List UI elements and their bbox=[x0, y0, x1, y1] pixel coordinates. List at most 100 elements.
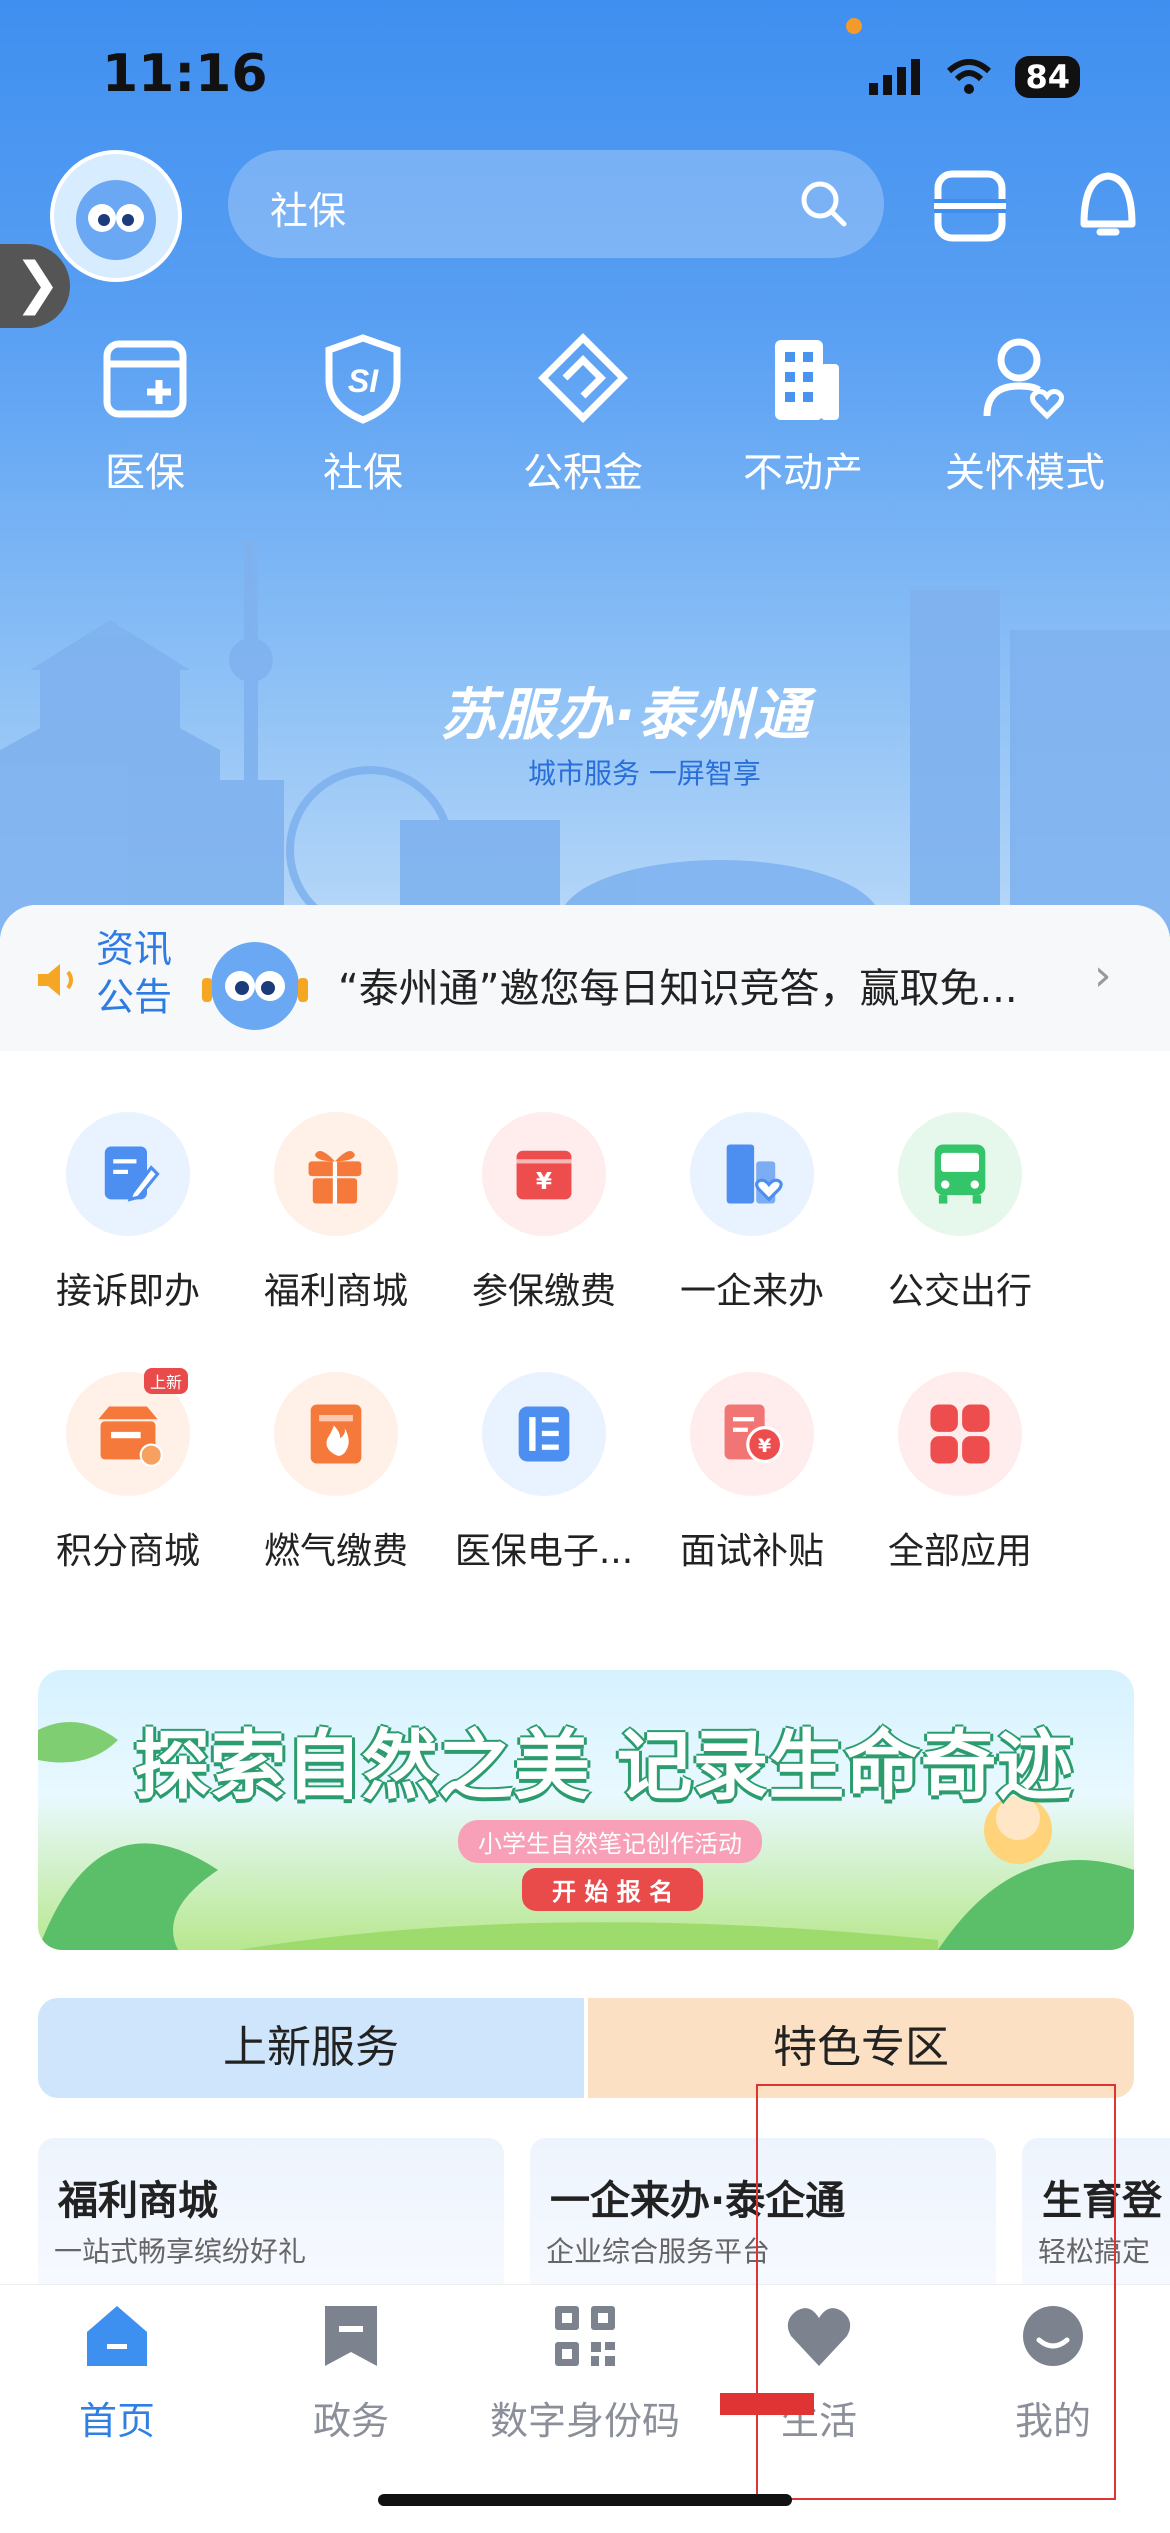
app-label: 一企来办 bbox=[679, 1271, 824, 1312]
cellular-signal-icon bbox=[869, 59, 921, 95]
tab-featured-zone[interactable]: 特色专区 bbox=[588, 1998, 1134, 2098]
svg-text:¥: ¥ bbox=[536, 1168, 552, 1195]
app-label: 接诉即办 bbox=[55, 1271, 200, 1312]
scan-icon[interactable] bbox=[930, 166, 1010, 246]
building-icon bbox=[775, 340, 839, 420]
speaker-icon bbox=[38, 964, 73, 996]
side-drawer-toggle[interactable]: ❯ bbox=[0, 244, 70, 328]
app-icon-wrap bbox=[274, 1372, 398, 1496]
tab-label: 首页 bbox=[78, 2399, 155, 2443]
quick-service-label: 公积金 bbox=[523, 450, 643, 496]
app-icon-wrap: ¥ bbox=[690, 1372, 814, 1496]
home-icon bbox=[87, 2306, 147, 2366]
quick-service-label: 关怀模式 bbox=[945, 450, 1105, 496]
app-item[interactable]: ¥ 面试补贴 bbox=[652, 1372, 852, 1574]
notice-text[interactable]: “泰州通”邀您每日知识竞答，赢取免... bbox=[338, 956, 1018, 1014]
app-icon-wrap bbox=[482, 1372, 606, 1496]
search-bar[interactable]: 社保 bbox=[228, 150, 884, 258]
bookmark-icon bbox=[325, 2306, 377, 2366]
app-label: 面试补贴 bbox=[679, 1531, 824, 1572]
gift-icon bbox=[308, 1150, 362, 1204]
tab-government[interactable]: 政务 bbox=[234, 2300, 468, 2445]
new-badge: 上新 bbox=[143, 1368, 188, 1394]
service-card[interactable]: 福利商城 一站式畅享缤纷好礼 bbox=[38, 2138, 504, 2298]
brand-title: 苏服办·泰州通 bbox=[440, 683, 812, 748]
recording-indicator bbox=[846, 18, 862, 34]
quick-service-housing-fund[interactable]: 公积金 bbox=[483, 330, 683, 498]
card-title: 福利商城 bbox=[58, 2178, 218, 2224]
assistant-avatar[interactable] bbox=[50, 150, 182, 282]
svg-text:SI: SI bbox=[348, 363, 379, 399]
card-subtitle: 一站式畅享缤纷好礼 bbox=[54, 2235, 307, 2268]
wifi-icon bbox=[947, 59, 992, 94]
app-icon-wrap bbox=[690, 1112, 814, 1236]
tab-digital-id[interactable]: 数字身份码 bbox=[468, 2300, 702, 2445]
app-label: 燃气缴费 bbox=[263, 1531, 408, 1572]
app-icon-wrap bbox=[66, 1112, 190, 1236]
banner-subtitle: 小学生自然笔记创作活动 bbox=[458, 1820, 762, 1863]
status-time: 11:16 bbox=[102, 44, 268, 104]
robot-mascot-icon bbox=[202, 942, 308, 1030]
tab-home[interactable]: 首页 bbox=[0, 2300, 234, 2445]
quick-service-label: 社保 bbox=[323, 450, 403, 496]
social-security-shield-icon: SI bbox=[325, 334, 401, 424]
app-label: 医保电子... bbox=[454, 1531, 634, 1572]
app-icon-wrap bbox=[274, 1112, 398, 1236]
tab-label: 数字身份码 bbox=[489, 2399, 680, 2443]
search-input[interactable]: 社保 bbox=[270, 180, 346, 235]
status-icons: 84 bbox=[869, 56, 1080, 98]
app-label: 福利商城 bbox=[263, 1271, 408, 1312]
app-label: 公交出行 bbox=[887, 1271, 1032, 1312]
promo-banner[interactable]: 探索自然之美 记录生命奇迹 小学生自然笔记创作活动 开 始 报 名 bbox=[38, 1670, 1134, 1950]
complaint-edit-icon bbox=[104, 1146, 160, 1202]
card-subtitle: 企业综合服务平台 bbox=[546, 2235, 771, 2268]
app-item[interactable]: 全部应用 bbox=[860, 1372, 1060, 1574]
tab-label: 政务 bbox=[312, 2399, 389, 2443]
yuan-wallet-icon: ¥ bbox=[516, 1150, 572, 1200]
app-label: 积分商城 bbox=[55, 1531, 200, 1572]
bus-icon bbox=[934, 1144, 986, 1204]
search-icon[interactable] bbox=[798, 178, 850, 230]
app-icon-wrap: 上新 bbox=[66, 1368, 190, 1496]
chevron-right-icon[interactable]: › bbox=[1094, 950, 1112, 1001]
quick-service-label: 不动产 bbox=[743, 450, 863, 496]
app-item[interactable]: 一企来办 bbox=[652, 1112, 852, 1314]
subsidy-doc-icon: ¥ bbox=[724, 1404, 784, 1464]
app-label: 参保缴费 bbox=[471, 1271, 616, 1312]
brand-subtitle: 城市服务 一屏智享 bbox=[528, 757, 761, 790]
quick-service-real-estate[interactable]: 不动产 bbox=[703, 330, 903, 498]
app-item[interactable]: 上新积分商城 bbox=[28, 1368, 228, 1574]
svg-text:¥: ¥ bbox=[758, 1435, 771, 1457]
gas-flame-icon bbox=[310, 1404, 362, 1464]
banner-title: 探索自然之美 记录生命奇迹 bbox=[134, 1721, 1073, 1810]
housing-fund-icon bbox=[538, 333, 628, 423]
home-indicator[interactable] bbox=[378, 2494, 792, 2506]
quick-service-label: 医保 bbox=[105, 450, 185, 496]
quick-service-social-security[interactable]: SI 社保 bbox=[263, 330, 463, 498]
quick-service-medical[interactable]: 医保 bbox=[45, 330, 245, 498]
app-icon-wrap bbox=[898, 1372, 1022, 1496]
notice-label: 资讯 公告 bbox=[96, 927, 173, 1019]
app-icon-wrap bbox=[898, 1112, 1022, 1236]
e-medical-card-icon bbox=[518, 1406, 570, 1462]
app-item[interactable]: 接诉即办 bbox=[28, 1112, 228, 1314]
all-apps-grid-icon bbox=[930, 1404, 990, 1464]
robot-mascot-icon bbox=[76, 180, 156, 260]
care-mode-user-icon bbox=[983, 338, 1065, 420]
notification-bell-icon[interactable] bbox=[1068, 164, 1148, 244]
app-item[interactable]: 公交出行 bbox=[860, 1112, 1060, 1314]
app-item[interactable]: ¥ 参保缴费 bbox=[444, 1112, 644, 1314]
points-store-icon bbox=[98, 1406, 163, 1467]
qr-code-icon bbox=[555, 2306, 615, 2366]
banner-signup-button[interactable]: 开 始 报 名 bbox=[522, 1868, 704, 1911]
medical-card-icon bbox=[103, 340, 187, 418]
app-item[interactable]: 燃气缴费 bbox=[236, 1372, 436, 1574]
battery-level: 84 bbox=[1015, 56, 1080, 98]
tab-new-services[interactable]: 上新服务 bbox=[38, 1998, 584, 2098]
annotation-highlight-box bbox=[756, 2084, 1116, 2500]
app-item[interactable]: 福利商城 bbox=[236, 1112, 436, 1314]
quick-service-care-mode[interactable]: 关怀模式 bbox=[925, 330, 1125, 498]
app-item[interactable]: 医保电子... bbox=[444, 1372, 644, 1574]
enterprise-building-icon bbox=[726, 1144, 783, 1204]
app-label: 全部应用 bbox=[887, 1531, 1032, 1572]
